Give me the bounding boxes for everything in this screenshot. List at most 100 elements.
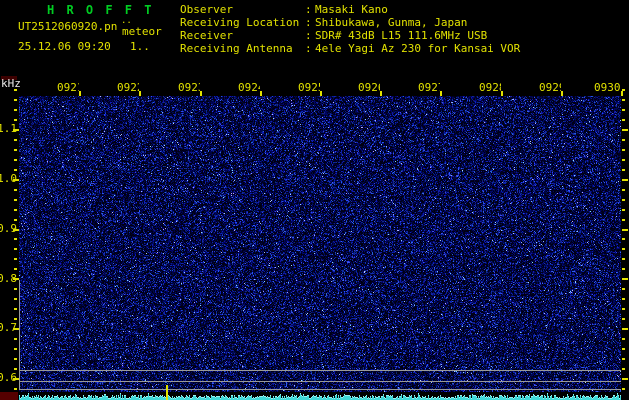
tick: [622, 109, 625, 111]
tick: [14, 348, 17, 350]
tick: [622, 119, 625, 121]
x-tick-label: 0930: [594, 81, 621, 94]
tick: [260, 91, 262, 96]
tick: [14, 139, 17, 141]
info-sep: :: [305, 16, 312, 29]
y-axis-unit-label: kHz: [1, 77, 21, 90]
tick: [501, 91, 503, 96]
info-sep: :: [305, 3, 312, 16]
tick: [622, 348, 625, 350]
tick: [139, 91, 141, 96]
spectrogram-canvas: [19, 96, 621, 392]
tick: [14, 209, 17, 211]
tick: [14, 219, 17, 221]
tick: [622, 139, 625, 141]
tick: [622, 149, 625, 151]
app-title: H R O F F T: [47, 3, 154, 17]
tick: [14, 288, 17, 290]
tick: [14, 268, 17, 270]
counter-label: 1..: [130, 40, 150, 53]
tick: [13, 179, 19, 181]
tick: [622, 268, 625, 270]
x-tick-label: 0922: [117, 81, 139, 94]
x-tick-label: 0923: [178, 81, 200, 94]
tick: [380, 91, 382, 96]
tick: [622, 258, 625, 260]
tick: [622, 248, 625, 250]
info-value: 4ele Yagi Az 230 for Kansai VOR: [315, 42, 521, 55]
tick: [440, 91, 442, 96]
info-value: Masaki Kano: [315, 3, 388, 16]
tick: [14, 238, 17, 240]
tick: [622, 338, 625, 340]
hrofft-screen: { "header": { "app_title": "H R O F F T"…: [0, 0, 629, 400]
x-tick-label: 0924: [238, 81, 260, 94]
tick: [14, 119, 17, 121]
tick: [622, 368, 625, 370]
tick: [14, 248, 17, 250]
tick: [622, 189, 625, 191]
info-sep: :: [305, 29, 312, 42]
x-tick-label: 0921: [57, 81, 79, 94]
mode-label: meteor: [122, 25, 162, 38]
tick: [14, 149, 17, 151]
filename-label: UT2512060920.pn: [18, 20, 118, 33]
tick: [622, 298, 625, 300]
datetime-label: 25.12.06 09:20: [18, 40, 111, 53]
tick: [14, 308, 17, 310]
tick: [622, 388, 625, 390]
tick: [14, 189, 17, 191]
tick: [14, 89, 17, 91]
tick: [13, 229, 19, 231]
tick: [13, 328, 19, 330]
reference-line-vertical: [19, 280, 20, 390]
tick: [622, 378, 628, 380]
tick: [622, 358, 625, 360]
signal-level-strip-canvas: [19, 392, 621, 400]
tick: [622, 288, 625, 290]
tick: [13, 278, 19, 280]
tick: [622, 318, 625, 320]
info-label: Receiving Antenna: [180, 42, 293, 55]
tick: [622, 308, 625, 310]
event-marker: [166, 385, 168, 400]
info-label: Receiving Location: [180, 16, 300, 29]
tick: [622, 99, 625, 101]
tick: [622, 129, 628, 131]
info-sep: :: [305, 42, 312, 55]
tick: [13, 378, 19, 380]
tick: [561, 91, 563, 96]
reference-line: [19, 381, 621, 382]
tick: [14, 159, 17, 161]
x-tick-label: 0928: [479, 81, 501, 94]
tick: [622, 159, 625, 161]
tick: [622, 238, 625, 240]
tick: [622, 229, 628, 231]
tick: [200, 91, 202, 96]
corner-block: [0, 392, 18, 400]
tick: [622, 219, 625, 221]
info-label: Receiver: [180, 29, 233, 42]
x-tick-label: 0929: [539, 81, 561, 94]
info-value: SDR# 43dB L15 111.6MHz USB: [315, 29, 488, 42]
info-label: Observer: [180, 3, 233, 16]
reference-line: [19, 389, 621, 390]
x-tick-label: 0926: [358, 81, 380, 94]
tick: [14, 388, 17, 390]
tick: [14, 338, 17, 340]
tick: [13, 129, 19, 131]
tick: [14, 368, 17, 370]
tick: [622, 199, 625, 201]
tick: [14, 99, 17, 101]
tick: [14, 169, 17, 171]
tick: [622, 179, 628, 181]
tick: [14, 298, 17, 300]
tick: [14, 258, 17, 260]
tick: [14, 109, 17, 111]
tick: [14, 199, 17, 201]
tick: [79, 91, 81, 96]
tick: [14, 318, 17, 320]
tick: [320, 91, 322, 96]
reference-line: [19, 370, 621, 371]
tick: [622, 169, 625, 171]
